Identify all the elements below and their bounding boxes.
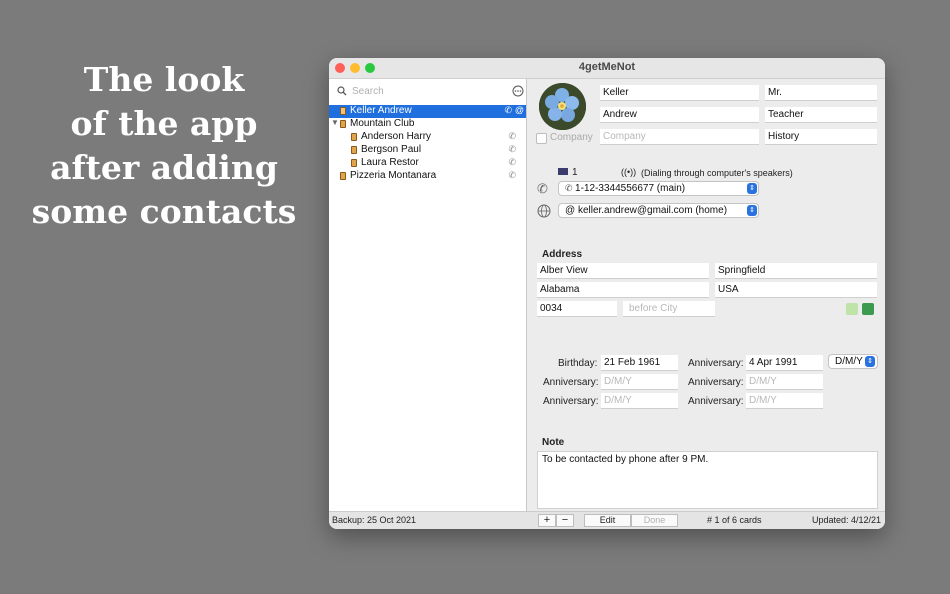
street-field[interactable]: Alber View [537, 263, 709, 279]
contacts-sidebar: Search Keller Andrew ✆ @ ▼ Mountain Club… [329, 79, 527, 511]
group-name: Mountain Club [350, 118, 415, 129]
search-placeholder: Search [352, 86, 384, 97]
contact-name: Keller Andrew [350, 105, 412, 116]
contact-row-anderson-harry[interactable]: Anderson Harry ✆ [329, 131, 526, 144]
contact-name: Pizzeria Montanara [350, 170, 437, 181]
backup-status: Backup: 25 Oct 2021 [332, 515, 417, 525]
contact-name: Anderson Harry [361, 131, 432, 142]
updated-date: Updated: 4/12/21 [812, 515, 882, 525]
at-sign-icon: @ [565, 205, 578, 216]
anniversary-label-1: Anniversary: [688, 358, 744, 369]
dialing-speaker-icon[interactable]: ((•)) [621, 167, 636, 177]
card-icon [351, 133, 357, 141]
add-card-button[interactable]: + [538, 514, 556, 527]
birthday-label: Birthday: [558, 358, 598, 369]
phone-icon: ✆ [508, 157, 516, 167]
card-icon [340, 172, 346, 180]
company-field[interactable]: Company [600, 129, 759, 145]
phone-icon: ✆ [508, 131, 516, 141]
edit-button[interactable]: Edit [584, 514, 631, 527]
phone-icon: ✆ [508, 144, 516, 154]
search-icon [337, 86, 347, 96]
promo-line-3: after adding [50, 148, 278, 187]
promo-line-1: The look [83, 60, 245, 99]
promo-line-4: some contacts [31, 192, 297, 231]
done-button[interactable]: Done [631, 514, 678, 527]
country-field[interactable]: USA [715, 282, 877, 298]
note-heading: Note [542, 437, 565, 448]
anniversary-label-4: Anniversary: [543, 396, 599, 407]
anniversary-label-3: Anniversary: [688, 377, 744, 388]
city-field[interactable]: Springfield [715, 263, 877, 279]
first-name-field[interactable]: Andrew [600, 107, 759, 123]
contact-name: Laura Restor [361, 157, 419, 168]
birthday-field[interactable]: 21 Feb 1961 [601, 355, 678, 371]
bottom-bar: Backup: 25 Oct 2021 + − Edit Done # 1 of… [329, 511, 885, 529]
job-field[interactable]: Teacher [765, 107, 877, 123]
anniversary-field-3[interactable]: D/M/Y [746, 374, 823, 390]
group-row-mountain-club[interactable]: ▼ Mountain Club [329, 118, 526, 131]
email-popup[interactable]: @ keller.andrew@gmail.com (home) [558, 203, 759, 218]
contact-row-keller-andrew[interactable]: Keller Andrew ✆ @ [329, 105, 526, 118]
contact-name: Bergson Paul [361, 144, 422, 155]
anniversary-label-5: Anniversary: [688, 396, 744, 407]
contact-row-bergson-paul[interactable]: Bergson Paul ✆ [329, 144, 526, 157]
phone-icon: ✆ [508, 170, 516, 180]
app-window: 4getMeNot Search Keller Andrew ✆ @ ▼ Mou… [329, 58, 885, 529]
before-city-field[interactable]: before City [623, 301, 715, 317]
remove-card-button[interactable]: − [556, 514, 574, 527]
forget-me-not-flower-icon [539, 83, 586, 130]
country-code: 1 [572, 167, 578, 178]
dialing-note: (Dialing through computer's speakers) [641, 168, 793, 178]
contact-photo[interactable] [539, 83, 586, 130]
anniversary-field-2[interactable]: D/M/Y [601, 374, 678, 390]
search-field[interactable]: Search [332, 83, 524, 100]
state-field[interactable]: Alabama [537, 282, 709, 298]
date-format-value: D/M/Y [835, 356, 863, 367]
note-textarea[interactable]: To be contacted by phone after 9 PM. [537, 451, 878, 509]
anniversary-field-5[interactable]: D/M/Y [746, 393, 823, 409]
us-flag-icon[interactable] [558, 168, 568, 175]
more-options-icon[interactable] [512, 85, 524, 97]
phone-icon: ✆ [537, 181, 548, 196]
apple-maps-icon[interactable] [846, 303, 858, 315]
google-maps-icon[interactable] [862, 303, 874, 315]
promo-text: The look of the app after adding some co… [20, 58, 308, 234]
anniversary-label-2: Anniversary: [543, 377, 599, 388]
email-icon: @ [514, 105, 524, 115]
phone-popup[interactable]: ✆ 1-12-3344556677 (main) [558, 181, 759, 196]
address-heading: Address [542, 249, 583, 260]
contact-row-pizzeria-montanara[interactable]: Pizzeria Montanara ✆ [329, 170, 526, 183]
anniversary-field-1[interactable]: 4 Apr 1991 [746, 355, 823, 371]
group-icon [340, 120, 346, 128]
phone-value: 1-12-3344556677 (main) [575, 183, 686, 194]
last-name-field[interactable]: Keller [600, 85, 759, 101]
card-icon [351, 146, 357, 154]
phone-icon: ✆ [504, 105, 512, 115]
disclosure-triangle-icon[interactable]: ▼ [331, 118, 339, 127]
anniversary-field-4[interactable]: D/M/Y [601, 393, 678, 409]
contact-row-laura-restor[interactable]: Laura Restor ✆ [329, 157, 526, 170]
phone-stepper-icon[interactable]: ⇕ [747, 183, 757, 194]
window-title: 4getMeNot [578, 61, 636, 73]
company-checkbox[interactable] [536, 133, 547, 144]
email-value: keller.andrew@gmail.com (home) [577, 205, 728, 216]
title-field[interactable]: Mr. [765, 85, 877, 101]
email-stepper-icon[interactable]: ⇕ [747, 205, 757, 216]
card-icon [351, 159, 357, 167]
card-icon [340, 107, 346, 115]
department-field[interactable]: History [765, 129, 877, 145]
company-checkbox-label: Company [550, 132, 593, 143]
phone-icon: ✆ [565, 183, 576, 193]
zip-field[interactable]: 0034 [537, 301, 617, 317]
globe-icon [537, 204, 551, 218]
date-format-stepper-icon[interactable]: ⇕ [865, 356, 875, 367]
card-count: # 1 of 6 cards [707, 515, 762, 525]
title-bar: 4getMeNot [329, 58, 885, 79]
promo-line-2: of the app [70, 104, 258, 143]
